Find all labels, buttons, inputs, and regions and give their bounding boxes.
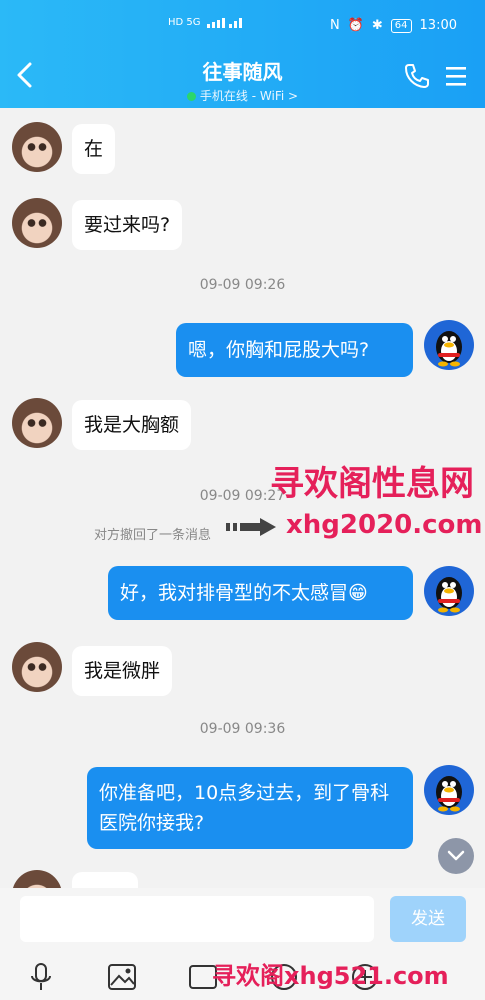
contact-avatar[interactable] [12, 398, 62, 448]
outgoing-message[interactable]: 你准备吧，10点多过去，到了骨科医院你接我? [87, 767, 413, 849]
outgoing-message[interactable]: 好，我对排骨型的不太感冒😁 [108, 566, 413, 620]
online-dot-icon [186, 92, 196, 101]
chat-header: HD 5G N ⏰ ✱ 64 13:00 往事随风 手机在线 - WiFi > [0, 0, 485, 108]
incoming-message[interactable]: 在 [72, 124, 116, 174]
self-avatar[interactable] [424, 566, 474, 616]
message-input[interactable] [20, 896, 374, 942]
send-button[interactable]: 发送 [390, 896, 466, 942]
penguin-icon [436, 331, 462, 367]
watermark-footer: 寻欢阁xhg521.com [212, 962, 449, 990]
signal-text: HD 5G [168, 16, 201, 28]
signal-icon [206, 18, 242, 28]
arrow-icon [226, 518, 276, 536]
incoming-message[interactable]: 我是微胖 [72, 646, 173, 696]
chevron-down-icon [447, 850, 465, 861]
alarm-icon: ⏰ [347, 18, 364, 33]
mic-icon [30, 963, 51, 990]
contact-avatar[interactable] [12, 122, 62, 172]
penguin-icon [436, 577, 462, 613]
bluetooth-icon: ✱ [371, 18, 383, 33]
self-avatar[interactable] [424, 765, 474, 815]
signal-indicators: HD 5G [168, 16, 247, 28]
outgoing-message[interactable]: 嗯，你胸和屁股大吗? [176, 323, 413, 377]
voice-button[interactable] [0, 954, 81, 1000]
clock: 13:00 [419, 18, 457, 33]
image-button[interactable] [81, 954, 162, 1000]
menu-icon[interactable] [445, 64, 467, 88]
penguin-icon [436, 776, 462, 812]
contact-avatar[interactable] [12, 198, 62, 248]
message-timestamp: 09-09 09:26 [199, 277, 286, 293]
scroll-down-button[interactable] [438, 838, 474, 874]
status-right: N ⏰ ✱ 64 13:00 [330, 18, 457, 33]
message-timestamp: 09-09 09:36 [199, 721, 286, 737]
battery-icon: 64 [390, 18, 412, 33]
watermark-text: 寻欢阁性息网 [270, 464, 474, 504]
status-bar: HD 5G N ⏰ ✱ 64 13:00 [0, 12, 485, 44]
phone-icon[interactable] [403, 62, 429, 90]
incoming-message[interactable]: 要过来吗? [72, 200, 183, 250]
contact-avatar[interactable] [12, 642, 62, 692]
incoming-message[interactable]: 我是大胸额 [72, 400, 192, 450]
nfc-icon: N [329, 18, 340, 33]
watermark-url: xhg2020.com [286, 510, 483, 540]
image-icon [107, 964, 136, 990]
online-status-text: 手机在线 - WiFi > [199, 89, 299, 103]
self-avatar[interactable] [424, 320, 474, 370]
